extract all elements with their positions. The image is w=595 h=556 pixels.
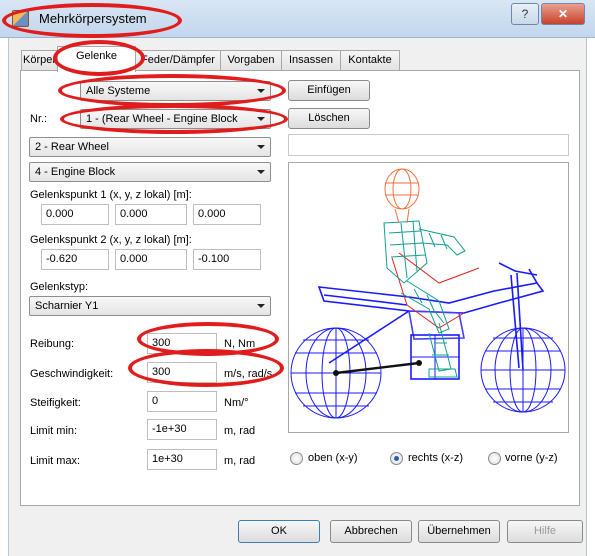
tab-vorgaben[interactable]: Vorgaben xyxy=(220,50,282,71)
friction-label: Reibung: xyxy=(30,338,75,350)
systems-select[interactable]: Alle Systeme xyxy=(80,81,271,101)
joint-type-select[interactable]: Scharnier Y1 xyxy=(29,296,271,316)
joint-type-value: Scharnier Y1 xyxy=(35,300,99,312)
joint-number-value: 1 - (Rear Wheel - Engine Block xyxy=(86,113,238,125)
joint-number-select[interactable]: 1 - (Rear Wheel - Engine Block xyxy=(80,109,271,129)
point2-label: Gelenkspunkt 2 (x, y, z lokal) [m]: xyxy=(30,234,192,246)
limit-min-unit: m, rad xyxy=(224,425,256,437)
joint-type-label: Gelenkstyp: xyxy=(30,281,89,293)
limit-min-field[interactable]: -1e+30 xyxy=(147,419,217,440)
cancel-button[interactable]: Abbrechen xyxy=(330,520,412,543)
body1-select[interactable]: 2 - Rear Wheel xyxy=(29,137,271,157)
tab-gelenke[interactable]: Gelenke xyxy=(57,46,136,72)
chevron-down-icon xyxy=(257,170,265,174)
point1-z-field[interactable]: 0.000 xyxy=(193,204,261,225)
help-title-button[interactable]: ? xyxy=(511,3,539,25)
tab-kontakte[interactable]: Kontakte xyxy=(340,50,400,71)
view-front-radio[interactable] xyxy=(488,452,501,465)
rear-axle-marker xyxy=(333,370,339,376)
limit-max-label: Limit max: xyxy=(30,455,81,467)
stiffness-field[interactable]: 0 xyxy=(147,391,217,412)
point1-x-field[interactable]: 0.000 xyxy=(41,204,109,225)
limit-min-label: Limit min: xyxy=(30,425,78,437)
chevron-down-icon xyxy=(257,117,265,121)
window-title: Mehrkörpersystem xyxy=(39,11,147,26)
stiffness-label: Steifigkeit: xyxy=(30,397,81,409)
tab-insassen[interactable]: Insassen xyxy=(281,50,341,71)
limit-max-unit: m, rad xyxy=(224,455,256,467)
swing-arm xyxy=(335,361,420,375)
view-right-label[interactable]: rechts (x-z) xyxy=(408,452,463,464)
apply-button[interactable]: Übernehmen xyxy=(418,520,500,543)
view-top-radio[interactable] xyxy=(290,452,303,465)
point2-x-field[interactable]: -0.620 xyxy=(41,249,109,270)
view-front-label[interactable]: vorne (y-z) xyxy=(505,452,558,464)
ok-button[interactable]: OK xyxy=(238,520,320,543)
friction-field[interactable]: 300 xyxy=(147,333,217,354)
close-button[interactable]: ✕ xyxy=(541,3,585,25)
tab-koerper[interactable]: Körper xyxy=(21,50,58,71)
point2-y-field[interactable]: 0.000 xyxy=(115,249,187,270)
insert-button[interactable]: Einfügen xyxy=(288,80,370,101)
point2-z-field[interactable]: -0.100 xyxy=(193,249,261,270)
model-preview[interactable] xyxy=(288,162,569,433)
body2-value: 4 - Engine Block xyxy=(35,166,116,178)
chevron-down-icon xyxy=(257,145,265,149)
view-top-label[interactable]: oben (x-y) xyxy=(308,452,358,464)
frame-wireframe xyxy=(317,262,545,371)
joint-name-field[interactable] xyxy=(288,134,569,156)
body1-value: 2 - Rear Wheel xyxy=(35,141,109,153)
velocity-label: Geschwindigkeit: xyxy=(30,368,114,380)
nr-label: Nr.: xyxy=(30,113,48,125)
velocity-unit: m/s, rad/s xyxy=(224,368,273,380)
velocity-field[interactable]: 300 xyxy=(147,362,217,383)
systems-select-value: Alle Systeme xyxy=(86,85,151,97)
stiffness-unit: Nm/° xyxy=(224,397,249,409)
motorcycle-wireframe-drawing xyxy=(290,168,566,419)
app-icon xyxy=(12,10,29,27)
help-button[interactable]: Hilfe xyxy=(507,520,583,543)
delete-button[interactable]: Löschen xyxy=(288,108,370,129)
point1-y-field[interactable]: 0.000 xyxy=(115,204,187,225)
joint-pivot-marker xyxy=(416,360,422,366)
rider-head-wireframe xyxy=(384,168,420,224)
friction-unit: N, Nm xyxy=(224,338,256,350)
tab-feder-daempfer[interactable]: Feder/Dämpfer xyxy=(135,50,221,71)
chevron-down-icon xyxy=(257,89,265,93)
point1-label: Gelenkspunkt 1 (x, y, z lokal) [m]: xyxy=(30,189,192,201)
view-right-radio[interactable] xyxy=(390,452,403,465)
chevron-down-icon xyxy=(257,304,265,308)
title-bar: Mehrkörpersystem ? ✕ xyxy=(0,0,595,38)
body2-select[interactable]: 4 - Engine Block xyxy=(29,162,271,182)
limit-max-field[interactable]: 1e+30 xyxy=(147,449,217,470)
